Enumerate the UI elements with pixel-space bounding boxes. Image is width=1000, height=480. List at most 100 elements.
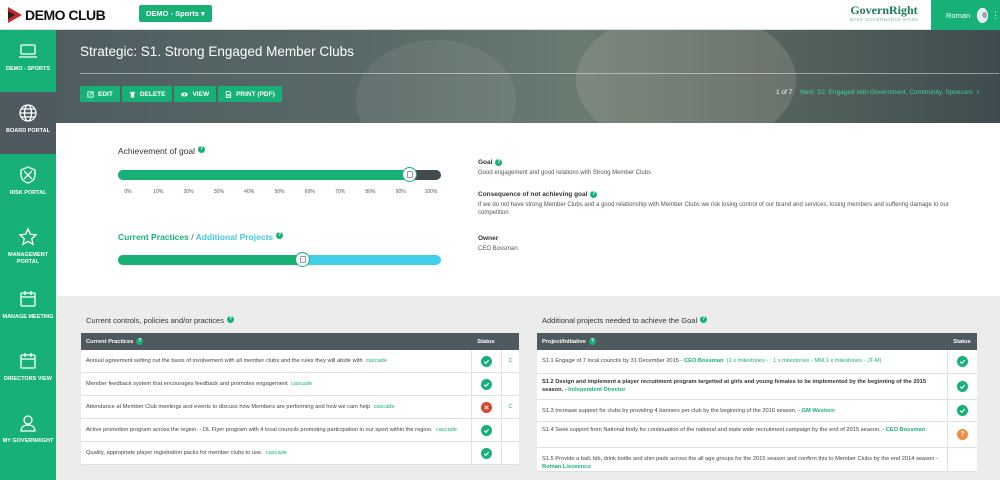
- sidebar-item-label: RISK PORTAL: [9, 190, 47, 196]
- print-pdf-button[interactable]: PRINT (PDF): [218, 86, 282, 102]
- status-failed-icon[interactable]: [481, 401, 492, 413]
- calendar-icon: [20, 353, 36, 369]
- slider-handle[interactable]: [295, 252, 310, 267]
- consequence-block: Consequence of not achieving goal? If we…: [478, 191, 978, 217]
- controls-table-header: Current Practices? Status: [81, 333, 519, 350]
- scale-tick-label: 70%: [335, 189, 346, 195]
- status-unknown-icon[interactable]: ?: [957, 429, 968, 440]
- status-cell: [947, 448, 977, 471]
- user-name: Roman: [946, 10, 971, 20]
- project-owner-link[interactable]: Roman Lisceenco: [542, 464, 591, 470]
- status-ok-icon[interactable]: [481, 424, 492, 436]
- practices-projects-slider[interactable]: [118, 252, 441, 267]
- next-goal-link[interactable]: Next: S2. Engaged with Government, Commu…: [800, 89, 973, 96]
- info-icon[interactable]: ?: [198, 146, 206, 153]
- status-ok-icon[interactable]: [481, 355, 492, 367]
- avatar[interactable]: [977, 7, 988, 23]
- practice-cell: Member feedback system that encourages f…: [81, 373, 471, 395]
- status-ok-icon[interactable]: [957, 356, 968, 367]
- project-owner-link[interactable]: Independent Director: [568, 387, 625, 393]
- info-icon[interactable]: ?: [226, 316, 234, 323]
- goal-pager: 1 of 7 Next: S2. Engaged with Government…: [776, 87, 979, 96]
- user-menu[interactable]: Roman ⋮: [931, 0, 1000, 30]
- view-button[interactable]: VIEW: [174, 86, 217, 102]
- owner-block: Owner CEO Bossman: [478, 235, 518, 253]
- controls-table: Current Practices? Status Annual agreeme…: [81, 333, 519, 465]
- status-ok-icon[interactable]: [481, 378, 492, 390]
- achievement-label: Achievement of goal?: [118, 146, 206, 156]
- delete-button[interactable]: DELETE: [121, 86, 173, 102]
- cascade-link[interactable]: cascade: [373, 403, 394, 411]
- sidebar-item-management-portal[interactable]: MANAGEMENT PORTAL: [0, 216, 56, 278]
- sidebar-item-manage-meeting[interactable]: MANAGE MEETING: [0, 278, 56, 340]
- top-bar: DEMO CLUB DEMO - Sports ▾ GovernRight MA…: [0, 0, 1000, 30]
- project-owner-link[interactable]: GM Western: [802, 408, 835, 414]
- milestones-link[interactable]: (1 x milestones - : 1 x milestones - MM,…: [727, 358, 882, 364]
- sidebar-item-my-governright[interactable]: MY GOVERNRIGHT: [0, 402, 56, 464]
- info-icon[interactable]: ?: [590, 191, 598, 198]
- info-icon[interactable]: ?: [588, 338, 596, 345]
- extra-cell[interactable]: [501, 373, 519, 395]
- project-owner-link[interactable]: CEO Bossman: [684, 358, 724, 364]
- slider-handle[interactable]: [402, 167, 417, 182]
- info-icon[interactable]: ?: [276, 232, 284, 239]
- owner-text: CEO Bossman: [478, 246, 518, 252]
- goal-text: Good engagement and good relations with …: [478, 170, 652, 176]
- scale-tick-label: 90%: [395, 189, 406, 195]
- projects-table-body: S1.1 Engage of 7 local councils by 31 De…: [537, 350, 977, 472]
- sidebar-item-board-portal[interactable]: BOARD PORTAL: [0, 92, 56, 154]
- sidebar-item-demo-sports[interactable]: DEMO - SPORTS: [0, 30, 56, 92]
- projects-section-title: Additional projects needed to achieve th…: [542, 316, 708, 325]
- status-cell: [471, 396, 501, 418]
- practice-cell: Active promotion program across the regi…: [81, 419, 471, 441]
- goal-header: Strategic: S1. Strong Engaged Member Clu…: [56, 30, 1000, 123]
- edit-button[interactable]: EDIT: [80, 86, 120, 102]
- shield-icon: [20, 166, 36, 184]
- scale-tick-label: 40%: [244, 189, 255, 195]
- more-menu-icon[interactable]: ⋮: [991, 10, 1000, 20]
- practice-text: Active promotion program across the regi…: [86, 427, 433, 433]
- cascade-link[interactable]: cascade: [266, 449, 287, 457]
- cascade-link[interactable]: cascade: [291, 380, 312, 388]
- cascade-link[interactable]: cascade: [436, 426, 457, 434]
- col-current-practices: Current Practices?: [86, 338, 144, 345]
- sidebar-item-label: BOARD PORTAL: [6, 128, 50, 134]
- org-select-dropdown[interactable]: DEMO - Sports ▾: [139, 5, 212, 22]
- status-ok-icon[interactable]: [481, 447, 492, 459]
- sidebar-item-risk-portal[interactable]: RISK PORTAL: [0, 154, 56, 216]
- status-cell: [947, 350, 977, 373]
- extra-cell[interactable]: [501, 419, 519, 441]
- extra-cell[interactable]: [501, 442, 519, 464]
- col-project-initiative: Project/Initiative?: [542, 338, 596, 345]
- status-cell: [471, 419, 501, 441]
- document-icon: [225, 90, 232, 98]
- info-icon[interactable]: ?: [495, 159, 503, 166]
- scale-tick-label: 50%: [274, 189, 285, 195]
- legend-separator: /: [191, 232, 194, 242]
- table-row: Quality, appropriate player registration…: [81, 442, 519, 465]
- sidebar-item-directors-view[interactable]: DIRECTORS VIEW: [0, 340, 56, 402]
- consequence-heading: Consequence of not achieving goal?: [478, 191, 598, 198]
- col-status: Status: [953, 338, 971, 345]
- practice-cell: Annual agreement setting out the basis o…: [81, 350, 471, 372]
- info-icon[interactable]: ?: [700, 316, 708, 323]
- project-text: S1.5 Provide a ball, bib, drink bottle a…: [542, 456, 938, 462]
- status-ok-icon[interactable]: [957, 381, 968, 392]
- status-ok-icon[interactable]: [957, 405, 968, 416]
- table-row: S1.3 Increase support for clubs by provi…: [537, 400, 977, 422]
- table-row: Active promotion program across the regi…: [81, 419, 519, 442]
- sidebar-item-label: MY GOVERNRIGHT: [2, 438, 54, 444]
- table-row: S1.1 Engage of 7 local councils by 31 De…: [537, 350, 977, 374]
- extra-cell[interactable]: C: [501, 350, 519, 372]
- project-owner-link[interactable]: CEO Bossman: [886, 427, 926, 433]
- projects-table: Project/Initiative? Status S1.1 Engage o…: [537, 333, 977, 472]
- cascade-link[interactable]: cascade: [366, 357, 387, 365]
- achievement-slider[interactable]: [118, 167, 441, 182]
- brand-tagline: MAKE GOVERNANCE WORK: [849, 17, 919, 22]
- chevron-right-icon[interactable]: ›: [976, 87, 979, 96]
- club-logo[interactable]: DEMO CLUB: [8, 6, 106, 24]
- info-icon[interactable]: ?: [136, 338, 144, 345]
- extra-cell[interactable]: C: [501, 396, 519, 418]
- edit-button-label: EDIT: [98, 90, 113, 98]
- practice-cell: Attendance at Member Club meetings and e…: [81, 396, 471, 418]
